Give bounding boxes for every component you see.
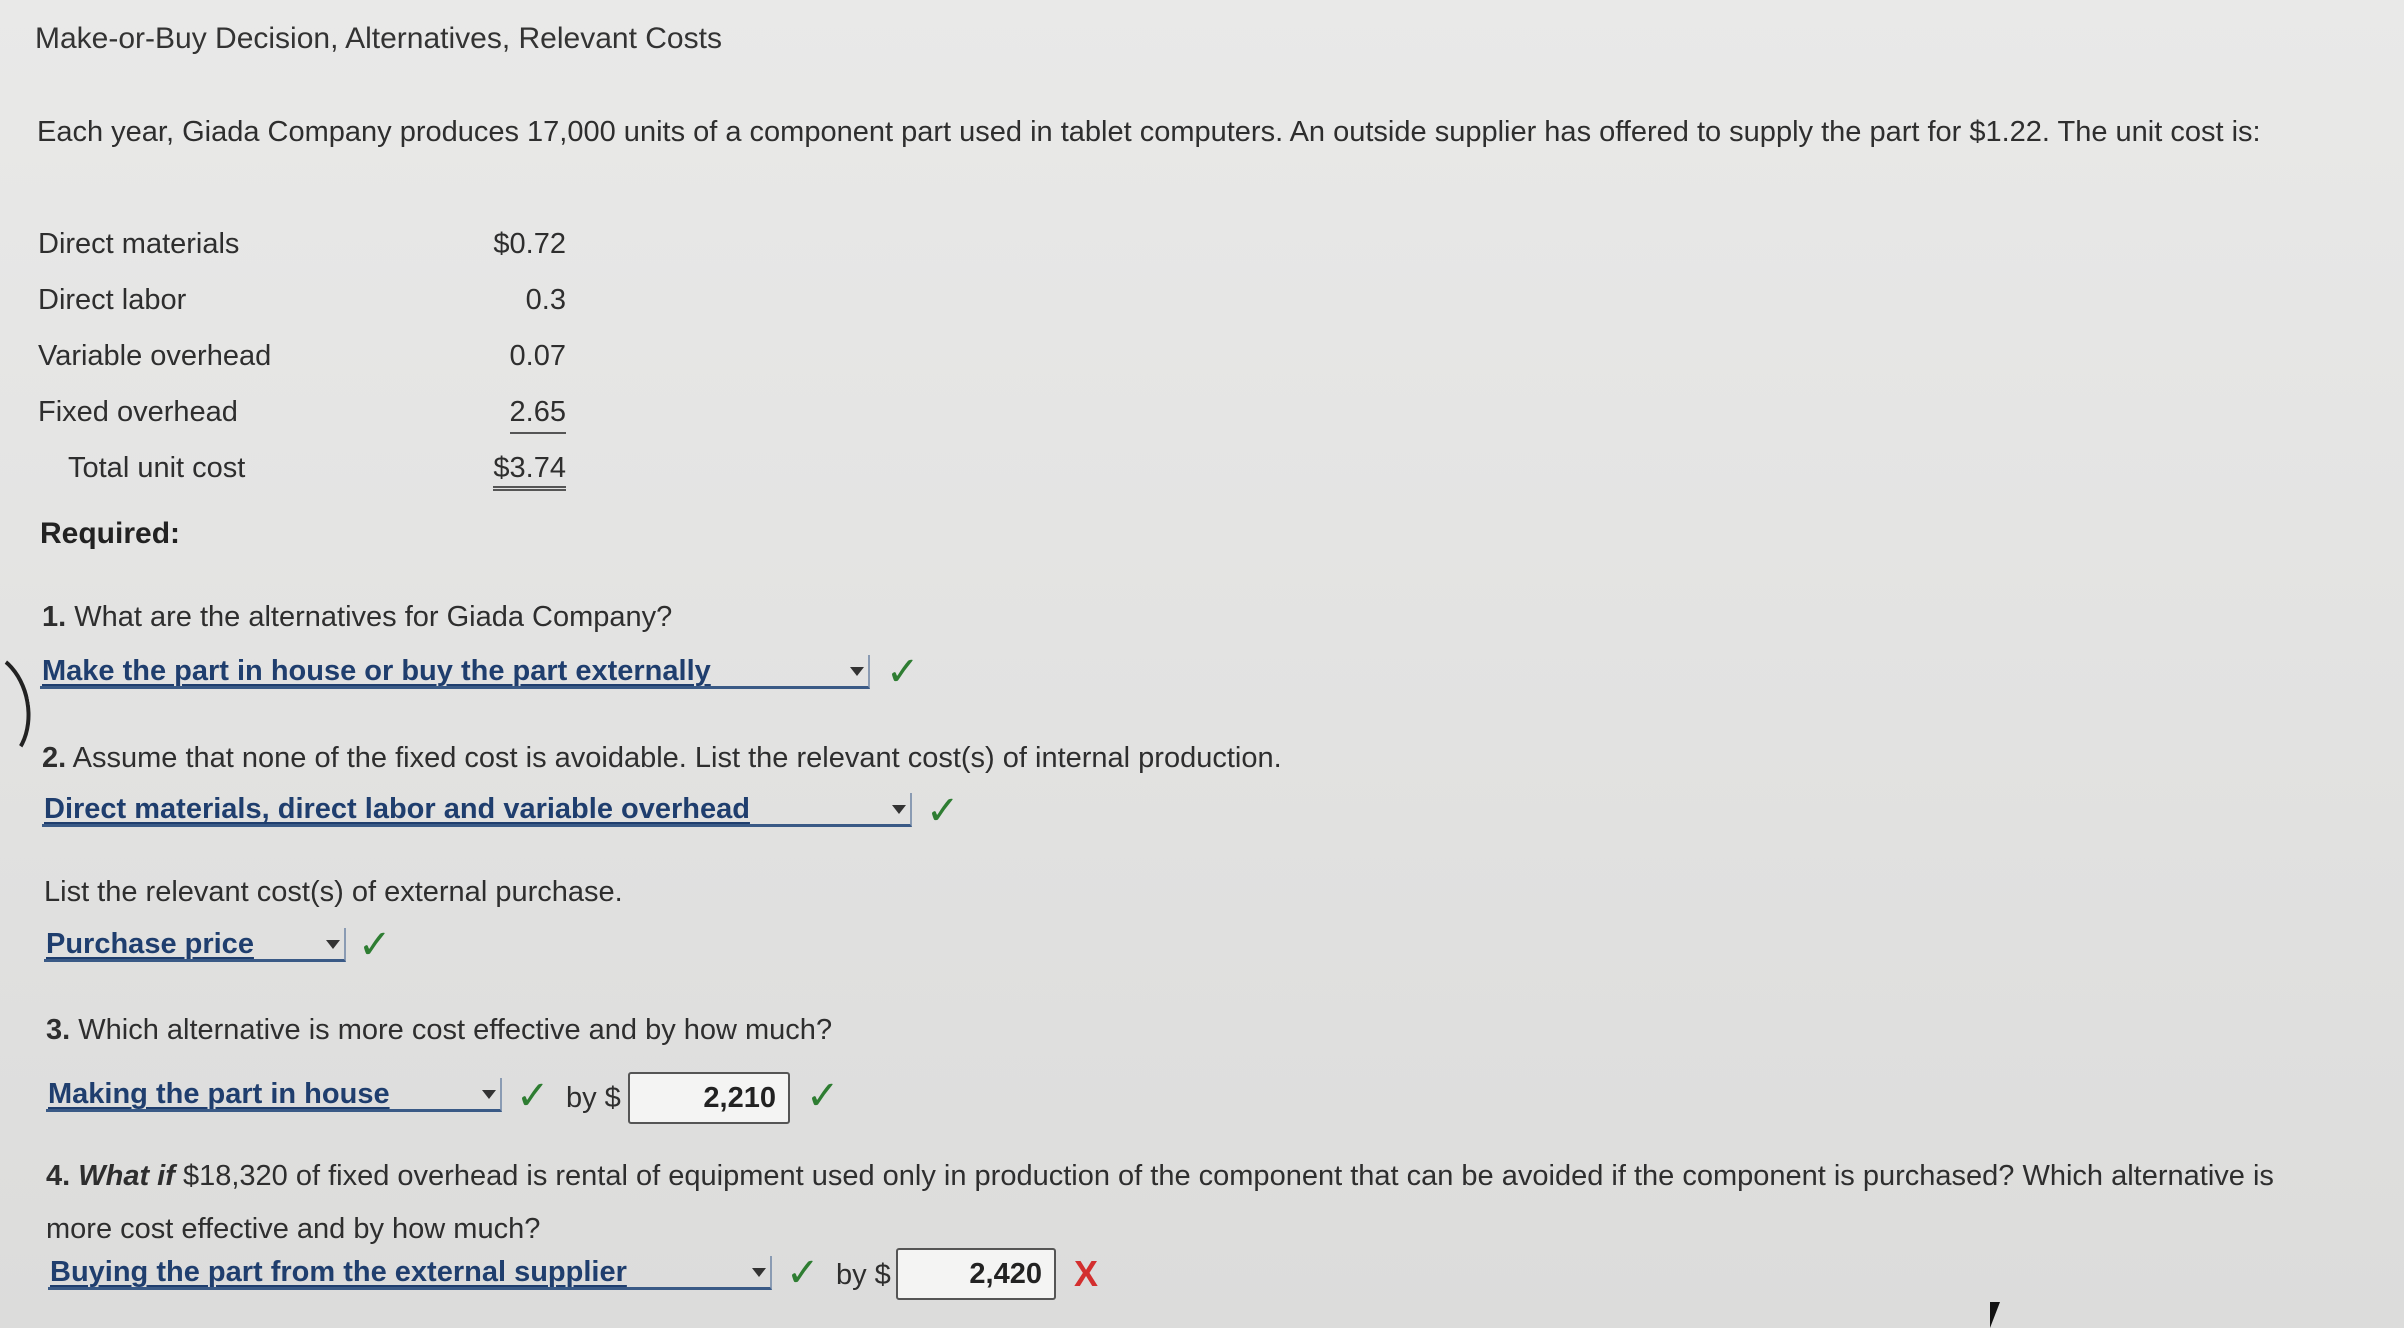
q4-amount-incorrect-icon: X [1074,1253,1099,1294]
q4-by-label: by $ [836,1259,891,1291]
cost-value-fixed-overhead-cell: 2.65 [366,396,566,434]
q2-external-cost-value: Purchase price [46,928,254,960]
cost-label-total-unit-cost: Total unit cost [68,452,246,484]
cost-value-variable-overhead: 0.07 [509,340,566,372]
q3-amount-check-icon: ✓ [806,1074,840,1118]
q2-correct-check-icon: ✓ [926,789,960,833]
q4-alternative-check-icon: ✓ [786,1251,820,1295]
q1-answer-value: Make the part in house or buy the part e… [42,655,711,687]
question-2: 2. Assume that none of the fixed cost is… [42,742,1282,775]
q4-alternative-value: Buying the part from the external suppli… [50,1256,627,1288]
dropdown-arrow-icon [326,940,340,949]
dropdown-arrow-icon [482,1090,496,1099]
problem-intro: Each year, Giada Company produces 17,000… [37,116,2261,148]
mouse-cursor-icon [1990,1302,2000,1328]
question-1-number: 1. [42,601,67,633]
required-heading: Required: [40,517,181,550]
page-edge-mark [0,643,40,775]
q3-alternative-value: Making the part in house [48,1078,390,1110]
question-4: 4. What if $18,320 of fixed overhead is … [46,1150,2346,1256]
cost-label-variable-overhead: Variable overhead [38,340,272,372]
page-title: Make-or-Buy Decision, Alternatives, Rele… [35,22,722,55]
dropdown-arrow-icon [752,1268,766,1277]
cost-label-fixed-overhead: Fixed overhead [38,396,238,428]
question-3-text: Which alternative is more cost effective… [78,1014,833,1046]
question-1: 1. What are the alternatives for Giada C… [42,601,672,634]
question-3: 3. Which alternative is more cost effect… [46,1014,832,1047]
dropdown-arrow-icon [892,805,906,814]
q2-external-prompt: List the relevant cost(s) of external pu… [44,876,623,908]
cost-value-fixed-overhead: 2.65 [509,396,566,434]
cost-value-total-unit-cost: $3.74 [493,452,566,491]
cost-value-direct-materials: $0.72 [493,228,566,260]
q3-alternative-select[interactable]: Making the part in house [46,1078,502,1112]
cost-label-direct-materials: Direct materials [38,228,240,260]
q2-external-correct-check-icon: ✓ [358,923,392,967]
cost-label-direct-labor: Direct labor [38,284,187,316]
question-2-text: Assume that none of the fixed cost is av… [72,742,1282,774]
question-4-number: 4. [46,1160,71,1192]
cost-value-direct-labor: 0.3 [525,284,566,316]
question-4-text: $18,320 of fixed overhead is rental of e… [46,1160,2274,1245]
q1-correct-check-icon: ✓ [886,650,920,694]
q2-internal-cost-select[interactable]: Direct materials, direct labor and varia… [42,793,912,827]
q2-internal-cost-value: Direct materials, direct labor and varia… [44,793,750,825]
q3-alternative-check-icon: ✓ [516,1074,550,1118]
q4-amount-input[interactable]: 2,420 [896,1248,1056,1300]
q3-by-label: by $ [566,1082,621,1114]
q4-alternative-select[interactable]: Buying the part from the external suppli… [48,1256,772,1290]
question-1-text: What are the alternatives for Giada Comp… [74,601,673,633]
question-2-number: 2. [42,742,67,774]
cost-value-total-cell: $3.74 [366,452,566,491]
q2-external-cost-select[interactable]: Purchase price [44,928,346,962]
q3-amount-input[interactable]: 2,210 [628,1072,790,1124]
q1-answer-select[interactable]: Make the part in house or buy the part e… [40,655,870,689]
question-3-number: 3. [46,1014,71,1046]
question-4-what-if: What if [78,1160,175,1192]
dropdown-arrow-icon [850,667,864,676]
